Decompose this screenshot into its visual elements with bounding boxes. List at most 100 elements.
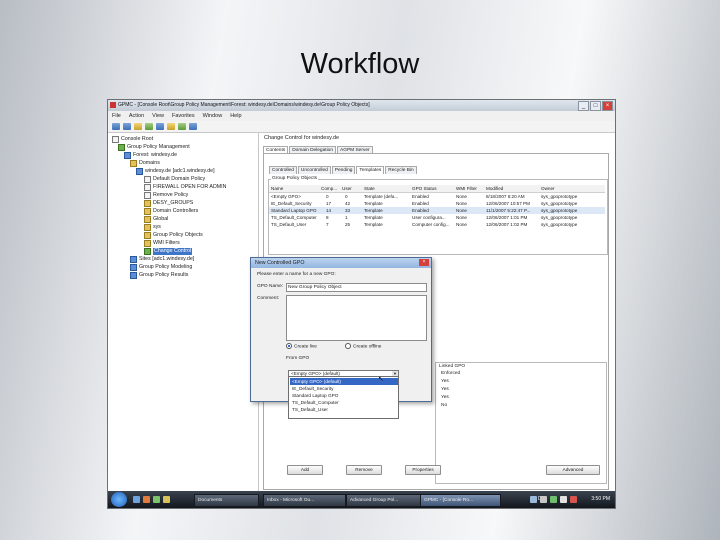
security-icon[interactable] [570,496,577,503]
from-gpo-label: From GPO [286,356,310,361]
tab-uncontrolled[interactable]: Uncontrolled [297,166,331,174]
gpmc-app-icon [110,102,116,108]
col-name[interactable]: Name [271,185,283,192]
folder-icon [130,160,137,167]
tree-item-domain-controllers[interactable]: Domain Controllers [144,208,198,215]
tree-item-sys[interactable]: sys [144,224,161,231]
remove-button[interactable]: Remove [346,465,382,475]
advanced-button[interactable]: Advanced [546,465,600,475]
explorer-icon[interactable] [163,496,170,503]
table-row[interactable]: TS_Default_Computer 8 1 Template User co… [269,214,605,221]
dialog-close-button[interactable]: × [419,259,429,266]
menu-view[interactable]: View [152,113,164,119]
col-modified[interactable]: Modified [486,185,503,192]
tree-item-wmi-filters[interactable]: WMI Filters [144,240,180,247]
properties-button[interactable]: Properties [405,465,441,475]
tree-item-default-domain-policy[interactable]: Default Domain Policy [144,176,205,183]
refresh-icon[interactable] [156,123,164,130]
gpo-name-input[interactable]: New Group Policy Object [286,283,427,292]
table-row[interactable]: TS_Default_User 7 25 Template Computer c… [269,221,605,228]
export-icon[interactable] [167,123,175,130]
browser-icon[interactable] [143,496,150,503]
menu-help[interactable]: Help [230,113,241,119]
option-item[interactable]: TS_Default_User [290,406,398,413]
switch-windows-icon[interactable] [153,496,160,503]
properties-icon[interactable] [189,123,197,130]
tab-pending[interactable]: Pending [331,166,356,174]
radio-empty-icon [345,343,351,349]
linked-gpo-label: Linked GPO [439,364,466,369]
col-comp[interactable]: Comp... [321,185,337,192]
enforced-value: Yes [441,379,449,384]
show-tree-icon[interactable] [145,123,153,130]
tree-item-firewall[interactable]: FIREWALL OPEN FOR ADMIN [144,184,226,191]
new-controlled-gpo-dialog: New Controlled GPO × Please enter a name… [250,257,432,419]
window-title: GPMC - [Console Root\Group Policy Manage… [118,102,370,108]
table-row[interactable]: IE_Default_Security 17 42 Template Enabl… [269,200,605,207]
tray-icon[interactable] [530,496,537,503]
enforced-value: Yes [441,387,449,392]
task-gpmc[interactable]: GPMC - [Console Ro... [420,494,501,507]
menu-file[interactable]: File [112,113,121,119]
menu-bar: File Action View Favorites Window Help [108,111,615,121]
start-orb-icon[interactable] [111,492,127,507]
tree-item-group-policy-objects[interactable]: Group Policy Objects [144,232,203,239]
col-gpo-status[interactable]: GPO Status [412,185,437,192]
domain-icon [136,168,143,175]
add-button[interactable]: Add [287,465,323,475]
clock[interactable]: 3:50 PM [591,494,610,505]
tree-item-modeling[interactable]: Group Policy Modeling [130,264,192,271]
network-icon[interactable] [550,496,557,503]
tab-templates[interactable]: Templates [356,166,385,174]
create-offline-radio[interactable]: Create offline [345,343,381,349]
tree-item-domains[interactable]: Domains [130,160,160,167]
minimize-button[interactable]: _ [578,101,589,111]
screenshot-window: GPMC - [Console Root\Group Policy Manage… [107,99,616,509]
help-icon[interactable] [178,123,186,130]
menu-favorites[interactable]: Favorites [172,113,195,119]
tree-item-sites[interactable]: Sites [adc1.windesy.de] [130,256,194,263]
menu-action[interactable]: Action [129,113,144,119]
tree-item-console-root[interactable]: Console Root [112,136,153,143]
tree-item-forest[interactable]: Forest: windesy.de [124,152,177,159]
col-user[interactable]: User [342,185,352,192]
col-state[interactable]: State [364,185,375,192]
task-documents[interactable]: Documents [194,494,259,507]
show-desktop-icon[interactable] [133,496,140,503]
option-item[interactable]: IE_Default_Security [290,385,398,392]
volume-icon[interactable] [560,496,567,503]
maximize-button[interactable]: □ [590,101,601,111]
tray-icon[interactable] [540,496,547,503]
table-row[interactable]: <Empty GPO> 0 0 Template (defa... Enable… [269,193,605,200]
taskbar: Documents Inbox - Microsoft Ou... Advanc… [108,491,615,508]
forward-icon[interactable] [123,123,131,130]
option-item[interactable]: TS_Default_Computer [290,399,398,406]
close-button[interactable]: × [602,101,613,111]
ou-icon [144,200,151,207]
gpo-link-icon [144,176,151,183]
up-folder-icon[interactable] [134,123,142,130]
table-row[interactable]: Standard Laptop GPO 14 33 Template Enabl… [269,207,605,214]
col-wmi-filter[interactable]: WMI Filter [456,185,477,192]
tab-controlled[interactable]: Controlled [269,166,297,174]
comment-textarea[interactable] [286,295,427,341]
back-icon[interactable] [112,123,120,130]
tree-item-desy-groups[interactable]: DESY_GROUPS [144,200,193,207]
tree-item-domain[interactable]: windesy.de [adc1.windesy.de] [136,168,215,175]
slide-title: Workflow [300,48,420,80]
task-inbox[interactable]: Inbox - Microsoft Ou... [263,494,346,507]
tree-item-remove-policy[interactable]: Remove Policy [144,192,188,199]
table-header: Name Comp... User State GPO Status WMI F… [269,185,605,193]
tree-item-gpm[interactable]: Group Policy Management [118,144,190,151]
col-owner[interactable]: Owner [541,185,555,192]
tree-item-change-control[interactable]: Change Control [144,248,193,255]
tree-item-results[interactable]: Group Policy Results [130,272,188,279]
create-live-radio[interactable]: Create live [286,343,317,349]
tree-item-global[interactable]: Global [144,216,168,223]
tab-recycle-bin[interactable]: Recycle Bin [385,166,417,174]
task-agpm[interactable]: Advanced Group Pol... [346,494,421,507]
pane-title: Change Control for windesy.de [264,135,340,141]
option-item[interactable]: Standard Laptop GPO [290,392,398,399]
menu-window[interactable]: Window [203,113,223,119]
enforced-value: No [441,403,448,408]
